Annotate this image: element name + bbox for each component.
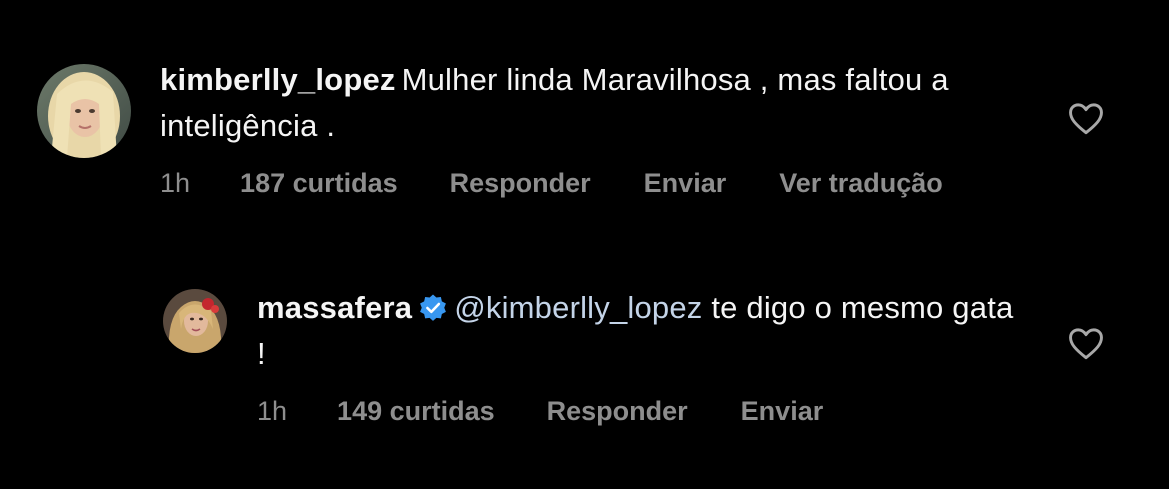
reply-button[interactable]: Responder: [547, 396, 688, 427]
reply-button[interactable]: Responder: [450, 168, 591, 199]
avatar[interactable]: [37, 64, 131, 158]
comment-time: 1h: [257, 395, 288, 426]
comment-body: kimberlly_lopez Mulher linda Maravilhosa …: [160, 57, 1020, 149]
comment-body: massafera @kimberlly_lopez te digo o mes…: [257, 285, 1017, 377]
comment-likes-count[interactable]: 149 curtidas: [337, 396, 495, 427]
like-heart-icon[interactable]: [1067, 101, 1105, 135]
comment-username[interactable]: massafera: [257, 290, 412, 325]
comment-meta: 1h 149 curtidas Responder Enviar: [257, 392, 823, 430]
translate-button[interactable]: Ver tradução: [779, 168, 943, 199]
mention-link[interactable]: @kimberlly_lopez: [454, 290, 702, 325]
comment-meta: 1h 187 curtidas Responder Enviar Ver tra…: [160, 164, 943, 202]
comment-username[interactable]: kimberlly_lopez: [160, 62, 396, 97]
comment-likes-count[interactable]: 187 curtidas: [240, 168, 398, 199]
verified-badge-icon: [418, 290, 448, 321]
comment-time: 1h: [160, 167, 191, 198]
avatar[interactable]: [163, 289, 227, 353]
like-heart-icon[interactable]: [1067, 326, 1105, 360]
send-button[interactable]: Enviar: [644, 168, 727, 199]
send-button[interactable]: Enviar: [741, 396, 824, 427]
